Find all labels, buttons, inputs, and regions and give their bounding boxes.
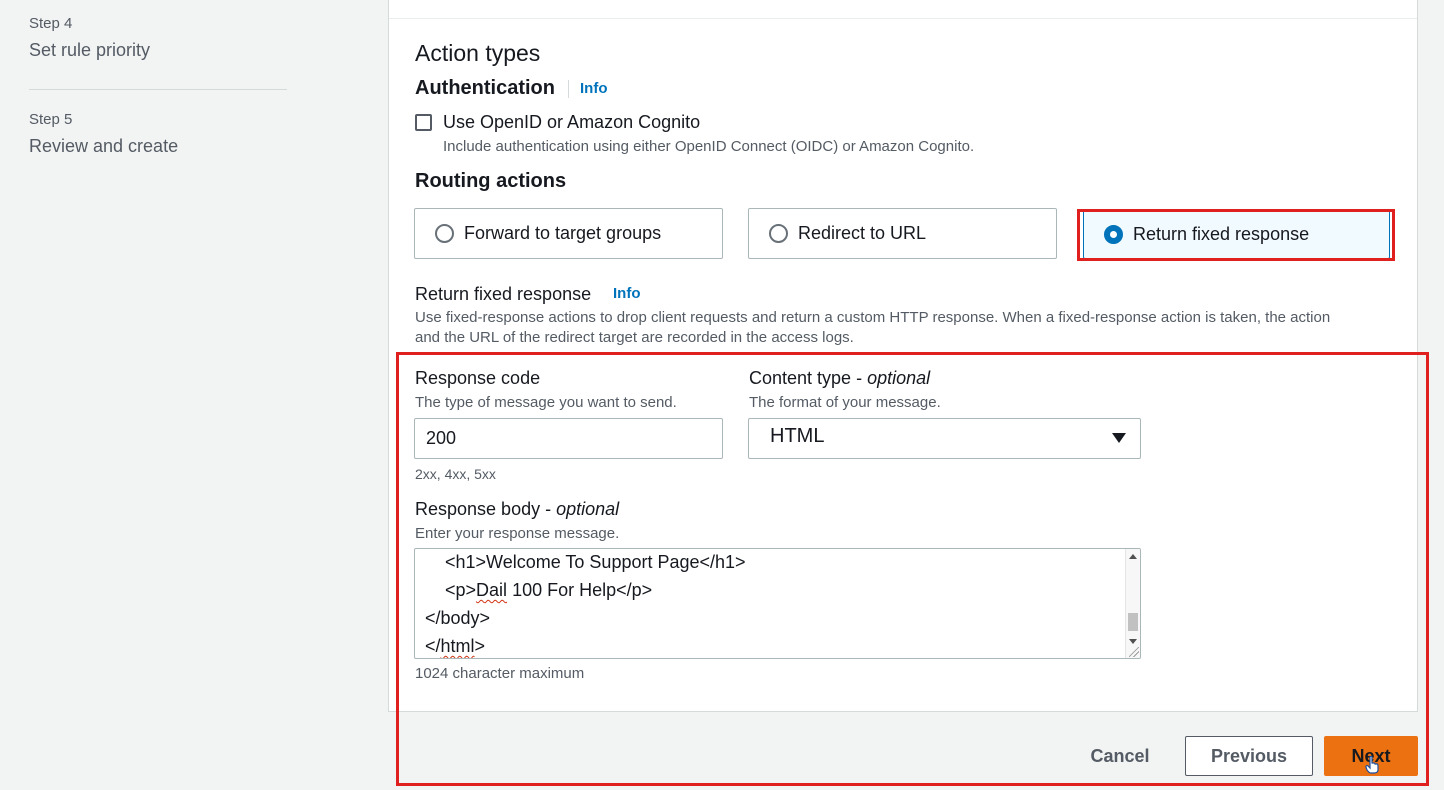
openid-cognito-description: Include authentication using either Open… xyxy=(443,138,975,155)
fixed-response-title: Return fixed response xyxy=(415,284,592,304)
routing-option-forward[interactable]: Forward to target groups xyxy=(414,208,723,259)
spellcheck-word: Dail xyxy=(476,580,508,600)
scroll-down-icon[interactable] xyxy=(1129,639,1137,644)
routing-option-fixed-response[interactable]: Return fixed response xyxy=(1083,209,1390,259)
sidebar-step-4[interactable]: Step 4 Set rule priority xyxy=(29,15,150,61)
radio-button[interactable] xyxy=(435,224,454,243)
routing-option-label: Redirect to URL xyxy=(798,223,927,243)
code-line: </html> xyxy=(425,636,486,656)
response-code-input[interactable]: 200 xyxy=(414,418,723,459)
openid-cognito-label[interactable]: Use OpenID or Amazon Cognito xyxy=(443,112,700,133)
radio-button-selected[interactable] xyxy=(1104,224,1123,244)
info-separator xyxy=(568,80,569,98)
code-line-text: <p>Dail 100 For Help</p> xyxy=(425,580,653,600)
response-body-label-text: Response body xyxy=(415,499,541,519)
code-line: <p>Dail 100 For Help</p> xyxy=(425,580,652,601)
step-number: Step 4 xyxy=(29,15,73,32)
wizard-sidebar: Step 4 Set rule priority Step 5 Review a… xyxy=(0,0,300,790)
radio-button[interactable] xyxy=(769,224,788,243)
cancel-button[interactable]: Cancel xyxy=(1078,736,1162,776)
action-types-title: Action types xyxy=(415,40,541,66)
sidebar-step-5[interactable]: Step 5 Review and create xyxy=(29,111,178,157)
response-code-hint: 2xx, 4xx, 5xx xyxy=(415,466,496,482)
previous-button[interactable]: Previous xyxy=(1185,736,1313,776)
panel-divider xyxy=(389,18,1417,19)
caret-down-icon[interactable] xyxy=(1112,433,1126,443)
step-divider xyxy=(29,89,287,90)
content-type-selected-value: HTML xyxy=(770,425,825,447)
hand-cursor-icon xyxy=(1365,756,1379,774)
routing-option-label: Return fixed response xyxy=(1133,223,1310,244)
content-type-label: Content type - optional xyxy=(749,368,931,388)
fixed-response-description-2: and the URL of the redirect target are r… xyxy=(415,329,854,346)
step-title[interactable]: Review and create xyxy=(29,136,178,157)
spellcheck-word: html xyxy=(440,636,475,656)
response-body-hint: 1024 character maximum xyxy=(415,665,585,682)
response-body-description: Enter your response message. xyxy=(415,525,620,542)
code-line: </body> xyxy=(425,608,491,628)
optional-tag: optional xyxy=(867,368,931,388)
response-body-textarea[interactable]: <h1>Welcome To Support Page</h1> <p>Dail… xyxy=(414,548,1141,659)
routing-option-redirect[interactable]: Redirect to URL xyxy=(748,208,1057,259)
code-line: <h1>Welcome To Support Page</h1> xyxy=(425,552,746,572)
content-type-description: The format of your message. xyxy=(749,394,941,411)
response-body-label: Response body - optional xyxy=(415,499,620,519)
scroll-thumb[interactable] xyxy=(1128,613,1138,631)
routing-actions-title: Routing actions xyxy=(415,170,567,192)
authentication-info-link[interactable]: Info xyxy=(580,80,608,97)
routing-option-label: Forward to target groups xyxy=(464,223,662,243)
textarea-scrollbar[interactable] xyxy=(1125,549,1140,658)
authentication-title: Authentication xyxy=(415,77,555,99)
response-code-description: The type of message you want to send. xyxy=(415,394,677,411)
openid-cognito-checkbox[interactable] xyxy=(415,114,432,131)
scroll-up-icon[interactable] xyxy=(1129,554,1137,559)
fixed-response-info-link[interactable]: Info xyxy=(613,285,641,302)
response-code-label: Response code xyxy=(415,368,541,388)
content-type-label-text: Content type xyxy=(749,368,852,388)
content-type-select[interactable]: HTML xyxy=(748,418,1141,459)
optional-tag: optional xyxy=(556,499,620,519)
fixed-response-description-1: Use fixed-response actions to drop clien… xyxy=(415,309,1331,326)
step-number: Step 5 xyxy=(29,111,73,128)
resize-grip-icon[interactable] xyxy=(1129,647,1139,657)
step-title[interactable]: Set rule priority xyxy=(29,40,150,61)
